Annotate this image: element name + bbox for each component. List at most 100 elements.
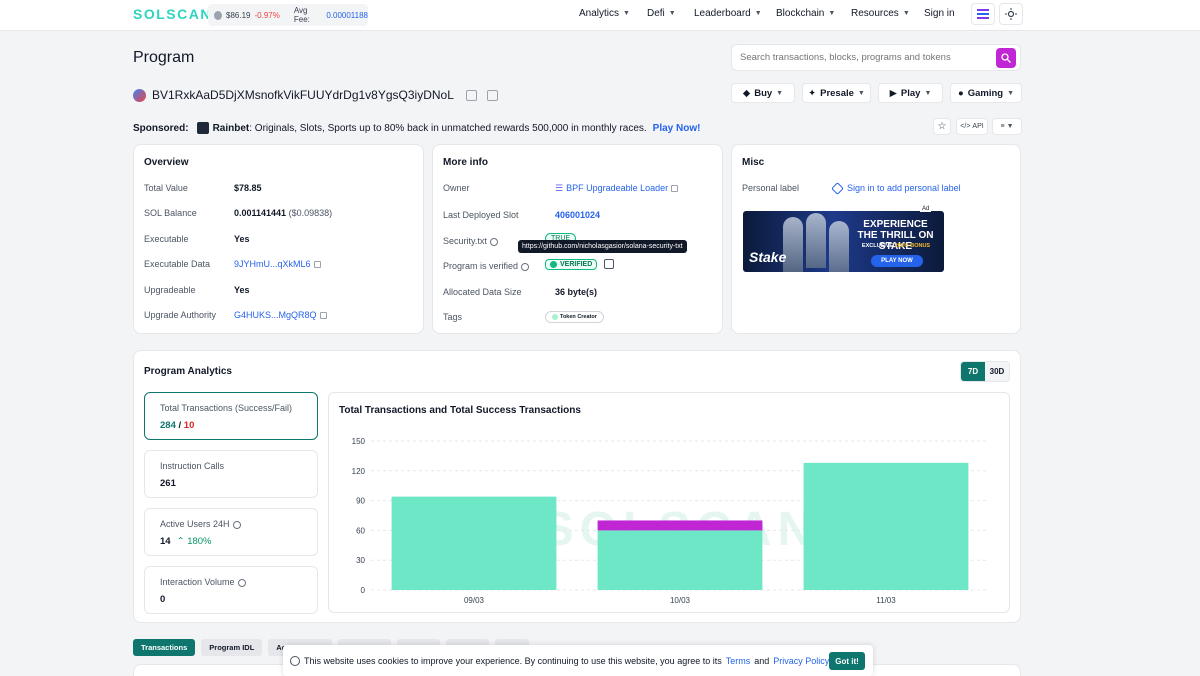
rainbet-logo-icon — [196, 122, 209, 134]
sponsor-brand[interactable]: Rainbet — [213, 123, 250, 134]
favorite-button[interactable]: ☆ — [933, 118, 951, 135]
sign-in-link[interactable]: Sign in — [924, 8, 955, 19]
range-7d-button[interactable]: 7D — [961, 362, 985, 381]
executable-data-label: Executable Data — [144, 259, 211, 269]
tab-program-idl[interactable]: Program IDL — [201, 639, 263, 656]
copy-icon[interactable] — [319, 312, 327, 320]
athlete-figure — [829, 221, 849, 272]
more-info-card: More info Owner ☰ BPF Upgradeable Loader … — [432, 144, 723, 334]
executable-data-link[interactable]: 9JYHmU...qXkML6 — [234, 259, 311, 269]
stat-value: 261 — [160, 478, 176, 489]
top-navbar: SOLSCAN $86.19 -0.97% Avg Fee: 0.0000118… — [0, 0, 1200, 31]
verified-badge[interactable]: VERIFIED — [545, 259, 598, 270]
info-icon[interactable] — [232, 520, 241, 529]
ad-play-now-button[interactable]: PLAY NOW — [871, 255, 923, 267]
y-tick-label: 60 — [356, 526, 365, 535]
sign-in-label-link[interactable]: Sign in to add personal label — [831, 182, 961, 195]
stat-value: 14 ⌃ 180% — [160, 536, 212, 547]
security-tooltip: https://github.com/nicholasgasior/solana… — [518, 240, 687, 253]
stat-interaction-volume[interactable]: Interaction Volume 0 — [144, 566, 318, 614]
buy-button[interactable]: ◆ Buy ▼ — [731, 83, 795, 103]
cookie-icon — [290, 655, 300, 666]
gamepad-icon: ● — [957, 87, 964, 99]
stat-active-users[interactable]: Active Users 24H 14 ⌃ 180% — [144, 508, 318, 556]
stake-ad-banner[interactable]: Stake EXPERIENCE THE THRILL ON STAKE EXC… — [743, 211, 944, 272]
sponsored-label: Sponsored: — [133, 122, 189, 134]
sun-icon — [1005, 8, 1017, 20]
avg-fee-value: 0.00001188 — [326, 10, 368, 20]
search-input[interactable] — [732, 45, 982, 70]
avg-fee-label: Avg Fee: — [293, 6, 310, 24]
stat-label: Instruction Calls — [160, 461, 225, 471]
presale-button[interactable]: ✦ Presale ▼ — [802, 83, 871, 103]
stat-label: Interaction Volume — [160, 577, 246, 587]
buy-icon: ◆ — [742, 87, 751, 99]
chevron-down-icon: ▼ — [623, 10, 630, 17]
privacy-policy-link[interactable]: Privacy Policy — [773, 656, 829, 666]
upgradeable-value: Yes — [234, 285, 250, 295]
upgrade-authority-link[interactable]: G4HUKS...MgQR8Q — [234, 310, 317, 320]
api-button[interactable]: </> API — [956, 118, 988, 135]
sol-price: $86.19 — [226, 10, 251, 20]
owner-link[interactable]: BPF Upgradeable Loader — [566, 183, 668, 193]
chevron-down-icon: ▼ — [924, 89, 932, 97]
y-tick-label: 0 — [361, 586, 366, 595]
tab-transactions[interactable]: Transactions — [133, 639, 196, 656]
sponsored-banner: Sponsored: Rainbet: Originals, Slots, Sp… — [133, 122, 700, 134]
copy-icon[interactable] — [465, 89, 477, 101]
last-deployed-slot-link[interactable]: 406001024 — [555, 210, 600, 220]
qr-code-icon[interactable] — [486, 89, 498, 101]
allocated-size-value: 36 byte(s) — [555, 287, 598, 297]
info-icon[interactable] — [237, 578, 246, 587]
misc-title: Misc — [742, 157, 765, 168]
sol-change: -0.97% — [254, 10, 280, 20]
list-options-button[interactable]: ≡ ▼ — [992, 118, 1022, 135]
star-icon: ☆ — [937, 121, 947, 132]
external-link-icon[interactable] — [604, 259, 614, 269]
y-tick-label: 150 — [352, 437, 366, 446]
chevron-down-icon: ▼ — [828, 10, 836, 17]
cookie-accept-button[interactable]: Got it! — [829, 652, 865, 670]
total-value-label: Total Value — [144, 183, 188, 193]
rocket-icon: ✦ — [808, 87, 817, 99]
solscan-logo[interactable]: SOLSCAN — [133, 6, 212, 22]
nav-blockchain[interactable]: Blockchain ▼ — [776, 8, 835, 19]
copy-icon[interactable] — [313, 261, 321, 269]
info-icon[interactable] — [521, 262, 530, 271]
search-icon — [1001, 53, 1011, 63]
play-button[interactable]: ▶ Play ▼ — [878, 83, 943, 103]
analytics-title: Program Analytics — [144, 366, 232, 377]
chevron-up-icon: ⌃ — [176, 536, 185, 547]
sol-balance-label: SOL Balance — [144, 208, 197, 218]
nav-defi[interactable]: Defi ▼ — [647, 8, 676, 19]
sponsor-text: : Originals, Slots, Sports up to 80% bac… — [249, 122, 647, 134]
nav-leaderboard[interactable]: Leaderboard ▼ — [694, 8, 762, 19]
nav-resources[interactable]: Resources ▼ — [851, 8, 910, 19]
theme-toggle-button[interactable] — [999, 3, 1023, 25]
stat-instruction-calls[interactable]: Instruction Calls 261 — [144, 450, 318, 498]
executable-label: Executable — [144, 234, 189, 244]
upgradeable-label: Upgradeable — [144, 285, 196, 295]
stat-total-transactions[interactable]: Total Transactions (Success/Fail) 284 / … — [144, 392, 318, 440]
menu-toggle-button[interactable] — [971, 3, 995, 25]
program-address[interactable]: BV1RxkAaD5DjXMsnofkVikFUUYdrDg1v8YgsQ3iy… — [152, 88, 454, 102]
misc-card: Misc Personal label Sign in to add perso… — [731, 144, 1021, 334]
nav-analytics[interactable]: Analytics ▼ — [579, 8, 630, 19]
range-30d-button[interactable]: 30D — [985, 362, 1009, 381]
transactions-chart: Total Transactions and Total Success Tra… — [328, 392, 1010, 613]
bar-success — [597, 530, 763, 590]
tags-label: Tags — [443, 312, 463, 322]
search-button[interactable] — [996, 48, 1016, 68]
overview-card: Overview Total Value $78.85 SOL Balance … — [133, 144, 424, 334]
copy-icon[interactable] — [671, 185, 679, 193]
info-icon[interactable] — [489, 237, 498, 246]
y-tick-label: 90 — [356, 497, 365, 506]
gaming-button[interactable]: ● Gaming ▼ — [950, 83, 1022, 103]
token-creator-tag[interactable]: Token Creator — [545, 311, 604, 323]
chevron-down-icon: ▼ — [1007, 89, 1015, 97]
owner-value: ☰ BPF Upgradeable Loader — [555, 183, 679, 194]
sponsor-cta-link[interactable]: Play Now! — [653, 123, 701, 134]
x-tick-label: 09/03 — [464, 596, 485, 605]
stat-label: Total Transactions (Success/Fail) — [160, 403, 293, 413]
terms-link[interactable]: Terms — [726, 656, 751, 666]
